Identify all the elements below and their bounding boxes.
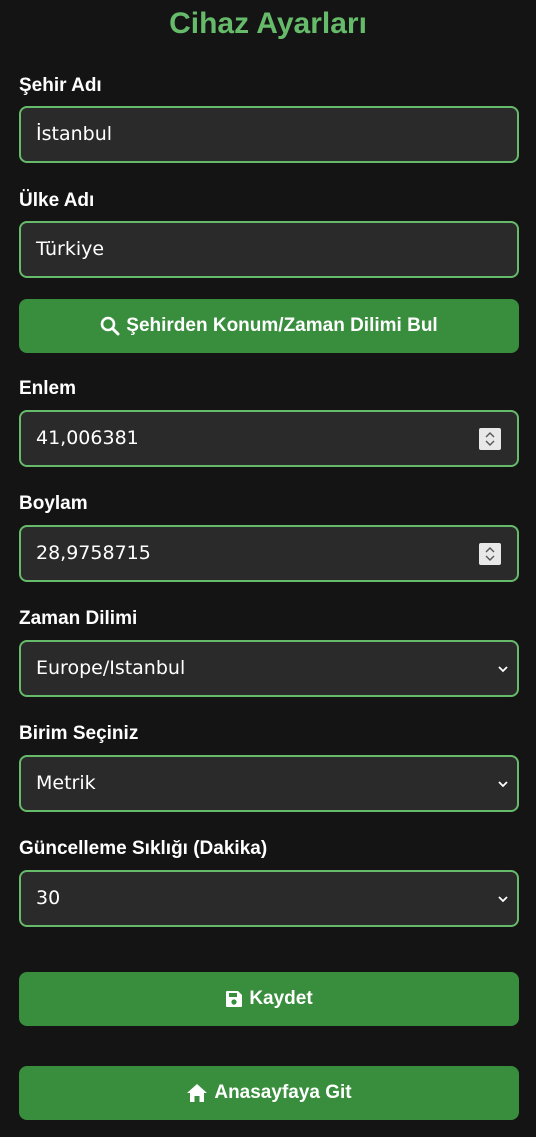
home-icon <box>186 1083 208 1103</box>
chevron-down-icon <box>497 777 509 795</box>
unit-label: Birim Seçiniz <box>19 723 139 744</box>
home-button[interactable]: Anasayfaya Git <box>19 1066 519 1120</box>
find-location-button[interactable]: Şehirden Konum/Zaman Dilimi Bul <box>19 299 519 353</box>
number-spinner-icon[interactable] <box>479 428 501 450</box>
timezone-label: Zaman Dilimi <box>19 608 138 629</box>
refresh-interval-select[interactable]: 30 <box>19 870 519 927</box>
country-input[interactable]: Türkiye <box>19 221 519 278</box>
settings-page: Cihaz Ayarları Şehir Adı İstanbul Ülke A… <box>0 0 536 1137</box>
longitude-input[interactable]: 28,9758715 <box>19 525 519 582</box>
unit-select[interactable]: Metrik <box>19 755 519 812</box>
timezone-select-value: Europe/Istanbul <box>36 657 186 679</box>
home-button-label: Anasayfaya Git <box>214 1082 352 1103</box>
chevron-down-icon <box>497 662 509 680</box>
latitude-label: Enlem <box>19 378 77 399</box>
city-input[interactable]: İstanbul <box>19 106 519 163</box>
longitude-input-value: 28,9758715 <box>36 542 151 564</box>
page-title: Cihaz Ayarları <box>169 7 367 40</box>
search-icon <box>100 316 120 336</box>
country-label: Ülke Adı <box>19 190 95 211</box>
find-location-button-label: Şehirden Konum/Zaman Dilimi Bul <box>126 315 438 336</box>
latitude-input[interactable]: 41,006381 <box>19 410 519 467</box>
city-label: Şehir Adı <box>19 75 102 96</box>
timezone-select[interactable]: Europe/Istanbul <box>19 640 519 697</box>
city-input-value: İstanbul <box>36 123 113 145</box>
save-button[interactable]: Kaydet <box>19 972 519 1026</box>
longitude-label: Boylam <box>19 493 88 514</box>
chevron-down-icon <box>497 892 509 910</box>
refresh-interval-label: Güncelleme Sıklığı (Dakika) <box>19 838 268 859</box>
save-icon <box>225 990 243 1008</box>
country-input-value: Türkiye <box>36 238 105 260</box>
save-button-label: Kaydet <box>249 988 313 1009</box>
refresh-interval-select-value: 30 <box>36 887 61 909</box>
number-spinner-icon[interactable] <box>479 543 501 565</box>
unit-select-value: Metrik <box>36 772 96 794</box>
latitude-input-value: 41,006381 <box>36 427 139 449</box>
